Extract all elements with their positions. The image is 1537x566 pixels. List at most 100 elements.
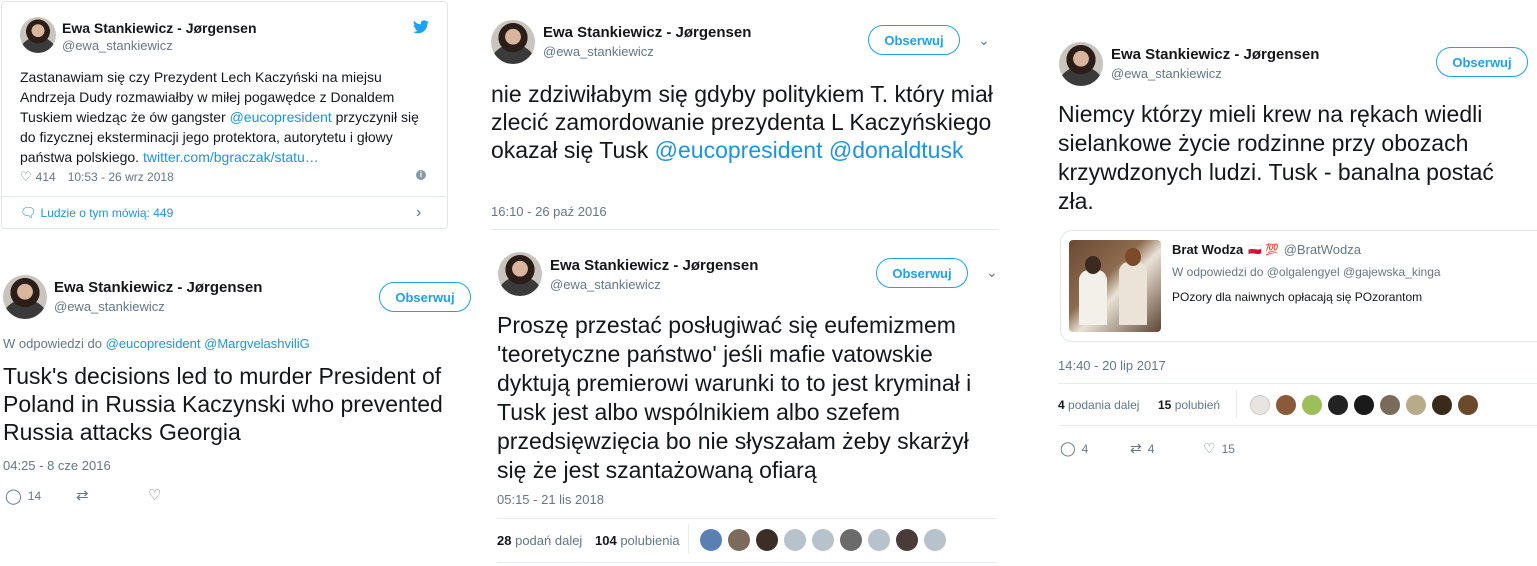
avatar[interactable]	[1432, 395, 1452, 415]
retweet-count: 4	[1058, 398, 1065, 412]
like-count: 15	[1158, 398, 1172, 412]
retweet-action[interactable]: ⇄ 4	[1130, 440, 1154, 457]
divider	[491, 229, 998, 230]
retweet-icon: ⇄	[76, 487, 89, 504]
mention-link[interactable]: @eucopresident	[655, 137, 823, 163]
quoted-author-row[interactable]: Brat Wodza 🇵🇱 💯 @BratWodza	[1172, 242, 1361, 257]
like-label: polubienia	[620, 533, 680, 548]
author-handle[interactable]: @ewa_stankiewicz	[54, 299, 165, 314]
mention-link[interactable]: @eucopresident	[230, 109, 332, 125]
avatar[interactable]	[1059, 42, 1103, 86]
talk-row[interactable]: 🗨 Ludzie o tym mówią: 449	[20, 205, 173, 221]
follow-button[interactable]: Obserwuj	[1436, 47, 1528, 77]
liker-avatars	[1250, 395, 1484, 415]
reply-mention[interactable]: @eucopresident	[106, 336, 201, 351]
talk-link[interactable]: Ludzie o tym mówią: 449	[41, 206, 174, 220]
liker-avatars	[700, 529, 952, 551]
follow-button[interactable]: Obserwuj	[868, 25, 960, 55]
quoted-image[interactable]	[1069, 240, 1161, 332]
url-link[interactable]: twitter.com/bgraczak/statu…	[143, 149, 319, 165]
timestamp[interactable]: 04:25 - 8 cze 2016	[3, 458, 111, 473]
timestamp[interactable]: 05:15 - 21 lis 2018	[497, 492, 604, 507]
avatar[interactable]	[1302, 395, 1322, 415]
like-stat[interactable]: 104 polubienia	[595, 533, 680, 548]
divider	[688, 524, 689, 554]
mention-link[interactable]: @donaldtusk	[829, 137, 964, 163]
avatar[interactable]	[1354, 395, 1374, 415]
reply-action[interactable]: ◯ 14	[5, 487, 41, 505]
retweet-stat[interactable]: 4 podania dalej	[1058, 398, 1139, 412]
reply-icon: ◯	[1060, 440, 1076, 456]
like-action[interactable]: ♡	[148, 486, 161, 504]
retweet-label: podań dalej	[515, 533, 583, 548]
retweet-action[interactable]: ⇄	[76, 486, 89, 504]
timestamp[interactable]: 14:40 - 20 lip 2017	[1058, 358, 1166, 373]
like-label: polubień	[1174, 398, 1221, 412]
timestamp[interactable]: 16:10 - 26 paź 2016	[491, 204, 607, 219]
avatar[interactable]	[896, 529, 918, 551]
author-name[interactable]: Ewa Stankiewicz - Jørgensen	[543, 24, 751, 41]
avatar[interactable]	[498, 252, 542, 296]
divider	[1236, 390, 1237, 418]
tweet-text: Proszę przestać posługiwać się eufemizme…	[497, 312, 972, 483]
reply-prefix: W odpowiedzi do	[1172, 265, 1264, 279]
retweet-count: 28	[497, 533, 512, 548]
retweet-icon: ⇄	[1130, 440, 1142, 456]
reply-mention[interactable]: @MargvelashviliG	[204, 336, 310, 351]
avatar[interactable]	[700, 529, 722, 551]
author-handle[interactable]: @ewa_stankiewicz	[543, 44, 654, 59]
divider	[497, 518, 998, 519]
author-handle[interactable]: @ewa_stankiewicz	[1111, 66, 1222, 81]
tweet-text: Niemcy którzy mieli krew na rękach wiedl…	[1058, 101, 1494, 214]
follow-button[interactable]: Obserwuj	[876, 258, 968, 288]
author-name[interactable]: Ewa Stankiewicz - Jørgensen	[54, 279, 262, 296]
divider	[2, 196, 446, 197]
reply-count: 4	[1081, 441, 1089, 456]
avatar[interactable]	[868, 529, 890, 551]
heart-icon[interactable]: ♡	[20, 169, 32, 185]
author-handle[interactable]: @ewa_stankiewicz	[62, 38, 173, 53]
like-count: 104	[595, 533, 617, 548]
avatar[interactable]	[1380, 395, 1400, 415]
avatar[interactable]	[812, 529, 834, 551]
author-handle[interactable]: @ewa_stankiewicz	[550, 277, 661, 292]
chevron-down-icon[interactable]: ⌄	[978, 32, 990, 49]
avatar[interactable]	[491, 20, 535, 64]
reply-action[interactable]: ◯ 4	[1060, 440, 1088, 457]
divider	[1058, 425, 1537, 426]
avatar[interactable]	[1406, 395, 1426, 415]
avatar[interactable]	[1276, 395, 1296, 415]
avatar[interactable]	[3, 275, 47, 319]
comment-icon: 🗨	[20, 205, 37, 220]
follow-button[interactable]: Obserwuj	[379, 282, 471, 312]
avatar[interactable]	[784, 529, 806, 551]
divider	[1058, 383, 1537, 384]
retweet-label: podania dalej	[1068, 398, 1140, 412]
author-name[interactable]: Ewa Stankiewicz - Jørgensen	[1111, 46, 1319, 63]
avatar[interactable]	[840, 529, 862, 551]
like-stat[interactable]: 15 polubień	[1158, 398, 1220, 412]
chevron-down-icon[interactable]: ⌄	[986, 264, 998, 281]
reply-mention[interactable]: @olgalengyel	[1267, 265, 1340, 279]
reply-count: 14	[27, 489, 42, 503]
avatar[interactable]	[1328, 395, 1348, 415]
heart-icon: ♡	[148, 487, 162, 504]
avatar[interactable]	[1250, 395, 1270, 415]
reply-context: W odpowiedzi do @eucopresident @Margvela…	[3, 336, 310, 351]
twitter-bird-icon[interactable]	[413, 20, 429, 34]
avatar[interactable]	[924, 529, 946, 551]
info-icon[interactable]: i	[416, 170, 426, 180]
reply-mention[interactable]: @gajewska_kinga	[1343, 265, 1441, 279]
like-action[interactable]: ♡ 15	[1203, 440, 1235, 457]
author-name[interactable]: Ewa Stankiewicz - Jørgensen	[550, 257, 758, 274]
avatar[interactable]	[728, 529, 750, 551]
reply-icon: ◯	[5, 488, 22, 505]
chevron-right-icon[interactable]: ›	[416, 204, 421, 222]
avatar[interactable]	[1458, 395, 1478, 415]
timestamp[interactable]: 10:53 - 26 wrz 2018	[68, 170, 174, 184]
avatar[interactable]	[756, 529, 778, 551]
author-name[interactable]: Ewa Stankiewicz - Jørgensen	[62, 20, 257, 36]
tweet-text: Tusk's decisions led to murder President…	[3, 363, 443, 445]
avatar[interactable]	[20, 17, 56, 53]
retweet-stat[interactable]: 28 podań dalej	[497, 533, 582, 548]
